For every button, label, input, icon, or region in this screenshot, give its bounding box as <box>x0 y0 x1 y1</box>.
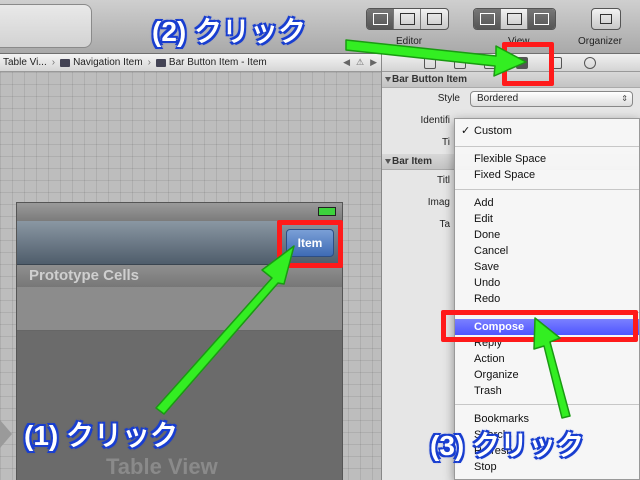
step3-annotation: (3) クリック <box>430 430 585 461</box>
arrow-step2-icon <box>345 39 527 77</box>
annotation-arrows <box>155 39 571 419</box>
arrow-step3-icon <box>533 317 571 419</box>
arrow-step1-icon <box>155 245 295 415</box>
step2-annotation: (2) クリック <box>152 16 307 47</box>
step1-annotation: (1) クリック <box>24 420 179 451</box>
